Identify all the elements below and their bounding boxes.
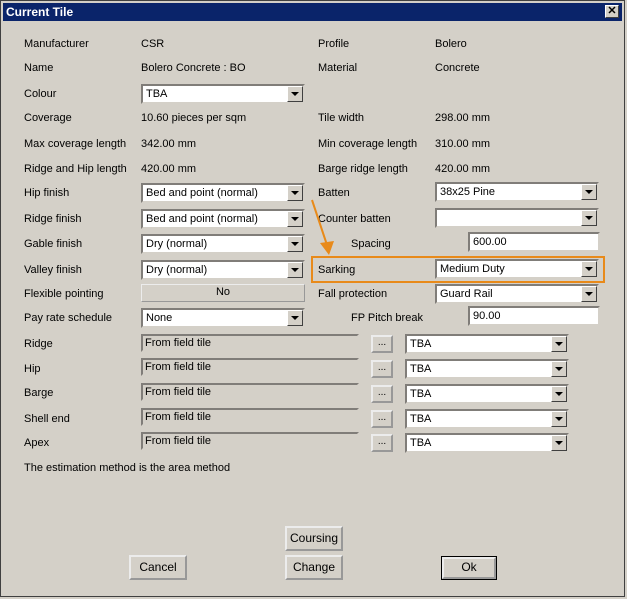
max-coverage-length-label: Max coverage length xyxy=(24,138,127,150)
ridge-accessory-label: Ridge xyxy=(24,338,53,350)
fall-protection-label: Fall protection xyxy=(318,288,388,300)
hip-option-value: TBA xyxy=(410,363,432,375)
max-coverage-length-value: 342.00 mm xyxy=(141,138,197,150)
chevron-down-icon[interactable] xyxy=(551,361,567,377)
chevron-down-icon[interactable] xyxy=(551,411,567,427)
barge-browse-button[interactable]: ... xyxy=(371,385,393,403)
estimation-note: The estimation method is the area method xyxy=(24,462,231,474)
chevron-down-icon[interactable] xyxy=(581,184,597,200)
flexible-pointing-toggle[interactable]: No xyxy=(141,284,305,302)
shell-end-accessory-label: Shell end xyxy=(24,413,70,425)
fall-protection-select[interactable]: Guard Rail xyxy=(435,284,599,304)
tile-width-value: 298.00 mm xyxy=(435,112,491,124)
gable-finish-select[interactable]: Dry (normal) xyxy=(141,234,305,254)
hip-finish-select[interactable]: Bed and point (normal) xyxy=(141,183,305,203)
valley-finish-select[interactable]: Dry (normal) xyxy=(141,260,305,280)
chevron-down-icon[interactable] xyxy=(581,286,597,302)
fp-pitch-break-input[interactable]: 90.00 xyxy=(468,306,600,326)
name-label: Name xyxy=(24,62,54,74)
manufacturer-label: Manufacturer xyxy=(24,38,89,50)
shell-end-source-field: From field tile xyxy=(141,408,359,426)
barge-accessory-label: Barge xyxy=(24,387,54,399)
shell-end-option-select[interactable]: TBA xyxy=(405,409,569,429)
gable-finish-label: Gable finish xyxy=(24,238,83,250)
ridge-option-value: TBA xyxy=(410,338,432,350)
change-button[interactable]: Change xyxy=(285,555,343,580)
ridge-finish-select[interactable]: Bed and point (normal) xyxy=(141,209,305,229)
fall-protection-value: Guard Rail xyxy=(440,288,493,300)
colour-label: Colour xyxy=(24,88,57,100)
gable-finish-value: Dry (normal) xyxy=(146,238,208,250)
ridge-source-field: From field tile xyxy=(141,334,359,352)
ridge-option-select[interactable]: TBA xyxy=(405,334,569,354)
ridge-finish-value: Bed and point (normal) xyxy=(146,213,258,225)
valley-finish-label: Valley finish xyxy=(24,264,82,276)
hip-option-select[interactable]: TBA xyxy=(405,359,569,379)
hip-accessory-label: Hip xyxy=(24,363,41,375)
close-button[interactable]: ✕ xyxy=(605,5,619,18)
spacing-label: Spacing xyxy=(351,238,391,250)
shell-end-browse-button[interactable]: ... xyxy=(371,410,393,428)
apex-option-select[interactable]: TBA xyxy=(405,433,569,453)
pay-rate-schedule-value: None xyxy=(146,312,173,324)
apex-accessory-label: Apex xyxy=(24,437,50,449)
chevron-down-icon[interactable] xyxy=(287,86,303,102)
colour-select-value: TBA xyxy=(146,88,168,100)
title-bar: Current Tile ✕ xyxy=(3,3,622,21)
chevron-down-icon[interactable] xyxy=(287,262,303,278)
ok-button[interactable]: Ok xyxy=(442,557,496,579)
chevron-down-icon[interactable] xyxy=(551,386,567,402)
profile-label: Profile xyxy=(318,38,350,50)
barge-option-value: TBA xyxy=(410,388,432,400)
batten-select[interactable]: 38x25 Pine xyxy=(435,182,599,202)
annotation-arrow-icon xyxy=(311,199,334,255)
colour-select[interactable]: TBA xyxy=(141,84,305,104)
chevron-down-icon[interactable] xyxy=(581,210,597,226)
tile-width-label: Tile width xyxy=(318,112,365,124)
pay-rate-schedule-label: Pay rate schedule xyxy=(24,312,113,324)
sarking-highlight-box xyxy=(311,256,605,283)
coverage-value: 10.60 pieces per sqm xyxy=(141,112,247,124)
manufacturer-value: CSR xyxy=(141,38,165,50)
hip-source-field: From field tile xyxy=(141,358,359,376)
counter-batten-select[interactable] xyxy=(435,208,599,228)
ridge-finish-label: Ridge finish xyxy=(24,213,82,225)
spacing-input[interactable]: 600.00 xyxy=(468,232,600,252)
barge-option-select[interactable]: TBA xyxy=(405,384,569,404)
hip-finish-value: Bed and point (normal) xyxy=(146,187,258,199)
coverage-label: Coverage xyxy=(24,112,72,124)
coursing-button[interactable]: Coursing xyxy=(285,526,343,551)
flexible-pointing-label: Flexible pointing xyxy=(24,288,104,300)
pay-rate-schedule-select[interactable]: None xyxy=(141,308,305,328)
material-value: Concrete xyxy=(435,62,480,74)
shell-end-option-value: TBA xyxy=(410,413,432,425)
fp-pitch-break-label: FP Pitch break xyxy=(351,312,423,324)
apex-browse-button[interactable]: ... xyxy=(371,434,393,452)
ridge-browse-button[interactable]: ... xyxy=(371,335,393,353)
profile-value: Bolero xyxy=(435,38,467,50)
apex-option-value: TBA xyxy=(410,437,432,449)
hip-finish-label: Hip finish xyxy=(24,187,70,199)
chevron-down-icon[interactable] xyxy=(551,435,567,451)
apex-source-field: From field tile xyxy=(141,432,359,450)
min-coverage-length-label: Min coverage length xyxy=(318,138,418,150)
ridge-hip-length-label: Ridge and Hip length xyxy=(24,163,127,175)
barge-ridge-length-label: Barge ridge length xyxy=(318,163,408,175)
batten-value: 38x25 Pine xyxy=(440,186,496,198)
chevron-down-icon[interactable] xyxy=(287,310,303,326)
window-title: Current Tile xyxy=(6,5,74,19)
barge-source-field: From field tile xyxy=(141,383,359,401)
ridge-hip-length-value: 420.00 mm xyxy=(141,163,197,175)
valley-finish-value: Dry (normal) xyxy=(146,264,208,276)
cancel-button[interactable]: Cancel xyxy=(129,555,187,580)
chevron-down-icon[interactable] xyxy=(551,336,567,352)
name-value: Bolero Concrete : BO xyxy=(141,62,246,74)
material-label: Material xyxy=(318,62,358,74)
min-coverage-length-value: 310.00 mm xyxy=(435,138,491,150)
hip-browse-button[interactable]: ... xyxy=(371,360,393,378)
barge-ridge-length-value: 420.00 mm xyxy=(435,163,491,175)
